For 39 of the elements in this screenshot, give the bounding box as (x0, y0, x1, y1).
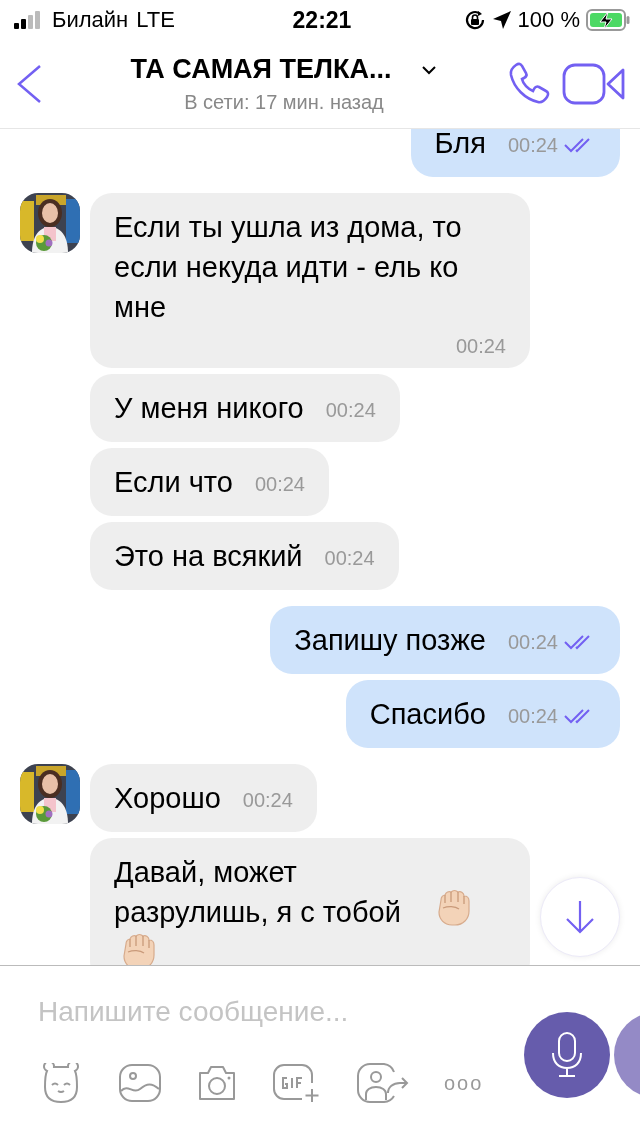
message-text: Спасибо (369, 698, 486, 730)
gif-icon[interactable] (272, 1063, 322, 1103)
message-text: Бля (434, 129, 486, 159)
message-time: 00:24 (242, 788, 293, 812)
camera-icon[interactable] (196, 1064, 238, 1102)
message-text: Если что (114, 466, 233, 498)
microphone-icon (549, 1031, 585, 1079)
message-text: У меня никого (114, 392, 304, 424)
message-time: 00:24 (325, 398, 376, 422)
online-status: В сети: 17 мин. назад (184, 91, 384, 114)
chat-title[interactable]: ТА САМАЯ ТЕЛКА... (130, 54, 392, 85)
message-text: Запишу позже (294, 624, 486, 656)
network-type: LTE (136, 7, 175, 33)
message-time: 00:24 (507, 630, 558, 654)
message-time: 00:24 (455, 335, 506, 358)
scroll-down-button[interactable] (540, 877, 620, 957)
gallery-icon[interactable] (118, 1063, 162, 1103)
message-time: 00:24 (324, 546, 375, 570)
chevron-down-icon[interactable] (421, 64, 438, 75)
message-text: Хорошо (114, 782, 221, 814)
rotation-lock-icon (463, 9, 486, 31)
message-text: Если ты ушла из дома, то если некуда идти - ель ко мне (114, 211, 462, 323)
message-text: Это на всякий (114, 540, 303, 572)
message-time: 00:24 (507, 133, 558, 157)
message-input[interactable]: Напишите сообщение... (38, 992, 478, 1032)
clock: 22:21 (292, 6, 352, 34)
message-text: Давай, может разрулишь, я с тобой (114, 855, 402, 930)
battery-percent: 100 % (517, 7, 580, 33)
video-camera-icon[interactable] (562, 62, 626, 106)
location-arrow-icon (491, 10, 512, 30)
carrier-name: Билайн (52, 7, 129, 33)
fist-emoji-icon (120, 932, 156, 965)
message-time: 00:24 (254, 472, 305, 496)
back-icon[interactable] (16, 64, 42, 104)
share-contact-icon[interactable] (356, 1062, 410, 1104)
battery-charging-icon (586, 9, 630, 31)
fist-emoji-icon (435, 888, 471, 926)
arrow-down-icon (565, 900, 595, 934)
message-time: 00:24 (507, 704, 558, 728)
